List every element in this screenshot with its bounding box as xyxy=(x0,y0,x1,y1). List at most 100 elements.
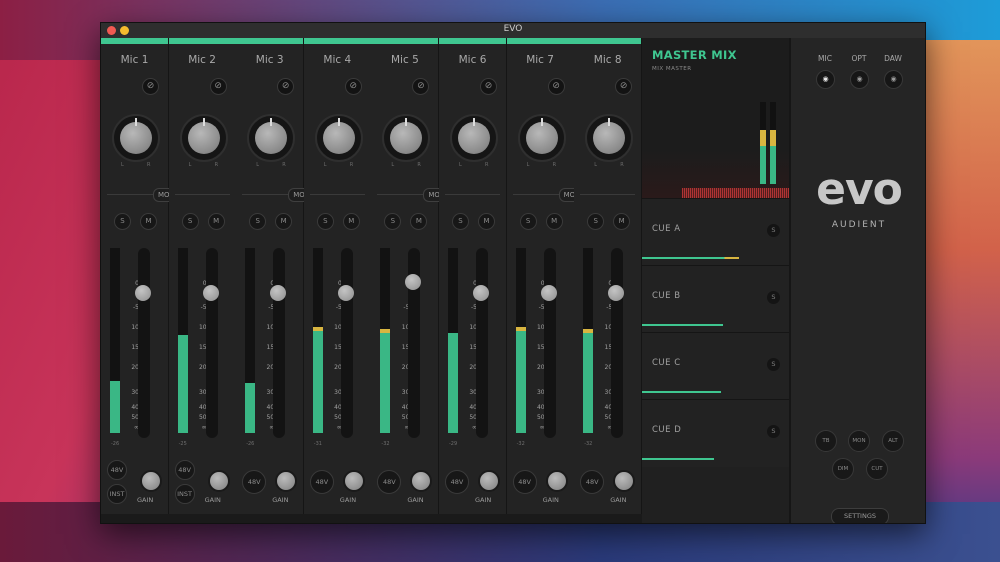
fader-track[interactable] xyxy=(205,248,218,438)
cue-level-bar[interactable] xyxy=(642,391,721,393)
gain-knob[interactable] xyxy=(613,470,636,492)
gain-knob[interactable] xyxy=(275,470,298,492)
channel-name[interactable]: Mic 6 xyxy=(439,54,506,66)
phantom-power-button[interactable]: 48V xyxy=(174,460,195,480)
phantom-power-button[interactable]: 48V xyxy=(580,470,605,494)
fader-track[interactable] xyxy=(611,248,624,438)
phantom-power-button[interactable]: 48V xyxy=(512,470,537,494)
instrument-button[interactable]: INST xyxy=(174,484,195,504)
fader-scale-label: 30 xyxy=(198,389,207,396)
phase-invert-icon[interactable]: ⊘ xyxy=(480,78,497,95)
solo-button[interactable]: S xyxy=(181,213,199,230)
fader-track[interactable] xyxy=(340,248,353,438)
channel-name[interactable]: Mic 5 xyxy=(371,54,438,66)
phase-invert-icon[interactable]: ⊘ xyxy=(412,78,430,95)
phase-invert-icon[interactable]: ⊘ xyxy=(277,78,295,95)
fader-scale-label: 15 xyxy=(131,344,139,351)
channel-name[interactable]: Mic 1 xyxy=(101,54,168,66)
gain-knob[interactable] xyxy=(545,470,568,492)
fader-handle[interactable] xyxy=(337,285,354,301)
mute-button[interactable]: M xyxy=(140,213,157,230)
pan-knob-pointer xyxy=(608,118,611,126)
mute-button[interactable]: M xyxy=(275,213,293,230)
gain-label: GAIN xyxy=(475,496,492,504)
gain-knob[interactable] xyxy=(207,470,230,492)
source-opt-eye-icon[interactable]: ◉ xyxy=(850,70,869,89)
gain-knob[interactable] xyxy=(478,470,500,492)
cue-row[interactable]: CUE D S xyxy=(642,399,789,467)
solo-button[interactable]: S xyxy=(249,213,267,230)
source-daw-eye-icon[interactable]: ◉ xyxy=(884,70,903,89)
mute-button[interactable]: M xyxy=(545,213,563,230)
phase-invert-icon[interactable]: ⊘ xyxy=(615,78,633,95)
channel-name[interactable]: Mic 7 xyxy=(507,54,574,66)
channel-name[interactable]: Mic 2 xyxy=(169,54,236,66)
settings-button[interactable]: SETTINGS xyxy=(831,508,889,523)
cue-solo-button[interactable]: S xyxy=(767,224,780,237)
channel-name[interactable]: Mic 4 xyxy=(304,54,371,66)
cue-row[interactable]: CUE B S xyxy=(642,265,789,333)
mono-button[interactable]: MON xyxy=(848,430,870,452)
solo-button[interactable]: S xyxy=(384,213,402,230)
cue-solo-button[interactable]: S xyxy=(767,291,780,304)
gain-knob[interactable] xyxy=(140,470,162,492)
phantom-power-button[interactable]: 48V xyxy=(309,470,334,494)
cue-level-bar[interactable] xyxy=(642,458,714,460)
fader-track[interactable] xyxy=(476,248,488,438)
solo-button[interactable]: S xyxy=(587,213,605,230)
phantom-power-button[interactable]: 48V xyxy=(242,470,267,494)
cue-row[interactable]: CUE A S xyxy=(642,198,789,266)
cut-button[interactable]: CUT xyxy=(866,458,888,480)
instrument-button[interactable]: INST xyxy=(107,484,127,504)
fader-track[interactable] xyxy=(138,248,150,438)
channel-name[interactable]: Mic 8 xyxy=(574,54,641,66)
solo-button[interactable]: S xyxy=(519,213,537,230)
fader-handle[interactable] xyxy=(202,285,219,301)
phantom-power-button[interactable]: 48V xyxy=(377,470,402,494)
cue-solo-button[interactable]: S xyxy=(767,425,780,438)
phase-invert-icon[interactable]: ⊘ xyxy=(209,78,227,95)
mute-button[interactable]: M xyxy=(478,213,495,230)
solo-button[interactable]: S xyxy=(316,213,334,230)
solo-button[interactable]: S xyxy=(452,213,469,230)
fader-scale-label: 0 xyxy=(202,280,207,287)
fader-handle[interactable] xyxy=(540,285,557,301)
source-mic-eye-icon[interactable]: ◉ xyxy=(816,70,835,89)
phantom-power-button[interactable]: 48V xyxy=(445,470,469,494)
fader-scale-label: 15 xyxy=(604,344,613,351)
pan-knob[interactable] xyxy=(179,114,228,162)
window-titlebar[interactable]: EVO xyxy=(101,23,925,39)
channel-name[interactable]: Mic 3 xyxy=(236,54,303,66)
mute-button[interactable]: M xyxy=(410,213,428,230)
cue-solo-button[interactable]: S xyxy=(767,358,780,371)
gain-knob[interactable] xyxy=(342,470,365,492)
solo-button[interactable]: S xyxy=(114,213,131,230)
mute-button[interactable]: M xyxy=(207,213,225,230)
phase-invert-icon[interactable]: ⊘ xyxy=(547,78,565,95)
mute-button[interactable]: M xyxy=(613,213,631,230)
pan-knob[interactable] xyxy=(314,114,363,162)
fader-handle[interactable] xyxy=(135,285,151,301)
phase-invert-icon[interactable]: ⊘ xyxy=(142,78,159,95)
cue-row[interactable]: CUE C S xyxy=(642,332,789,400)
talkback-button[interactable]: TB xyxy=(815,430,837,452)
pan-knob[interactable] xyxy=(585,114,634,162)
pan-knob[interactable] xyxy=(450,114,498,162)
phase-invert-icon[interactable]: ⊘ xyxy=(344,78,362,95)
fader-track[interactable] xyxy=(543,248,556,438)
pan-knob[interactable] xyxy=(382,114,431,162)
fader-track[interactable] xyxy=(273,248,286,438)
fader-scale-label: 30 xyxy=(401,389,410,396)
fader-handle[interactable] xyxy=(473,285,489,301)
phantom-power-button[interactable]: 48V xyxy=(107,460,127,480)
pan-knob[interactable] xyxy=(112,114,160,162)
gain-knob[interactable] xyxy=(410,470,433,492)
mute-button[interactable]: M xyxy=(342,213,360,230)
pan-knob[interactable] xyxy=(517,114,566,162)
cue-level-bar[interactable] xyxy=(642,324,723,326)
channel-strip: Mic 7⊘LRMONOSM0-5101520304050∞-3248VGAIN xyxy=(506,38,591,523)
dim-button[interactable]: DIM xyxy=(832,458,854,480)
pan-knob[interactable] xyxy=(247,114,296,162)
alt-button[interactable]: ALT xyxy=(882,430,904,452)
cue-level-bar[interactable] xyxy=(642,257,739,259)
